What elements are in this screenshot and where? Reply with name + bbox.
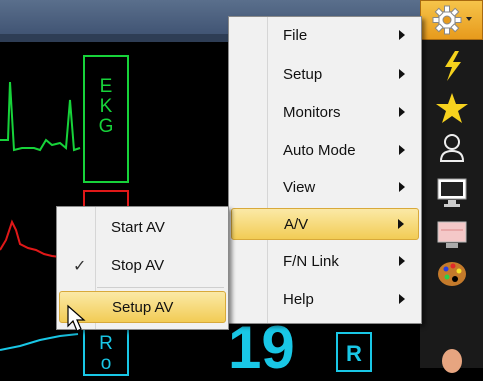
- favorites-button[interactable]: [420, 88, 483, 128]
- right-toolbar: [420, 0, 483, 373]
- checkmark-icon: ✓: [73, 258, 87, 275]
- submenu-arrow-icon: [399, 69, 405, 79]
- ekg-letter: G: [98, 116, 114, 137]
- menu-item-setup[interactable]: Setup: [231, 58, 419, 90]
- palette-button[interactable]: [420, 254, 483, 294]
- menu-item-view[interactable]: View: [231, 171, 419, 203]
- display-icon: [437, 221, 466, 248]
- ekg-waveform: [0, 81, 81, 152]
- menu-item-label: F/N Link: [283, 252, 339, 270]
- submenu-arrow-icon: [399, 107, 405, 117]
- menu-item-label: A/V: [284, 215, 309, 233]
- patient-button[interactable]: [420, 128, 483, 168]
- menu-item-label: Setup: [283, 65, 323, 83]
- menu-item-label: Stop AV: [111, 256, 165, 274]
- menu-item-label: Auto Mode: [283, 141, 356, 159]
- resp-waveform: [0, 333, 79, 351]
- submenu-arrow-icon: [399, 30, 405, 40]
- person-icon: [439, 134, 464, 162]
- submenu-arrow-icon: [399, 182, 405, 192]
- star-icon: [435, 93, 468, 123]
- lightning-icon: [444, 51, 461, 81]
- menu-item-label: Start AV: [111, 218, 165, 236]
- ekg-letter: E: [99, 76, 113, 97]
- menu-item-fn-link[interactable]: F/N Link: [231, 245, 419, 277]
- menu-item-label: Monitors: [283, 103, 341, 121]
- menu-item-label: Help: [283, 290, 314, 308]
- submenu-arrow-icon: [398, 219, 404, 229]
- menu-item-stop-av[interactable]: ✓ Stop AV: [59, 249, 226, 281]
- resp-letter: R: [99, 333, 113, 354]
- menu-item-av[interactable]: A/V: [231, 208, 419, 240]
- r-badge: R: [336, 332, 372, 372]
- menu-item-start-av[interactable]: Start AV: [59, 211, 226, 243]
- menu-separator: [97, 287, 224, 288]
- menu-item-monitors[interactable]: Monitors: [231, 96, 419, 128]
- menu-item-file[interactable]: File: [231, 19, 419, 51]
- monitor-icon: [437, 178, 466, 207]
- ekg-label-box: E K G: [83, 55, 129, 183]
- display-button[interactable]: [420, 214, 483, 254]
- ekg-letter: K: [99, 96, 113, 117]
- hand-button[interactable]: [420, 336, 483, 376]
- submenu-arrow-icon: [399, 145, 405, 155]
- menu-item-label: File: [283, 26, 308, 44]
- main-context-menu: File Setup Monitors Auto Mode View A/V F…: [228, 16, 422, 324]
- monitor-button[interactable]: [420, 172, 483, 212]
- submenu-arrow-icon: [399, 294, 405, 304]
- chevron-down-icon: [465, 17, 472, 21]
- submenu-arrow-icon: [399, 256, 405, 266]
- mouse-cursor-icon: [67, 304, 86, 332]
- palette-icon: [437, 262, 466, 286]
- menu-item-label: Setup AV: [112, 298, 174, 316]
- resp-rate-value: 19: [228, 314, 295, 381]
- gear-menu-button[interactable]: [420, 0, 483, 40]
- menu-item-auto-mode[interactable]: Auto Mode: [231, 134, 419, 166]
- menu-item-help[interactable]: Help: [231, 283, 419, 315]
- resp-letter: o: [100, 353, 112, 374]
- gear-icon: [432, 5, 472, 35]
- alarm-button[interactable]: [420, 46, 483, 86]
- menu-item-label: View: [283, 178, 316, 196]
